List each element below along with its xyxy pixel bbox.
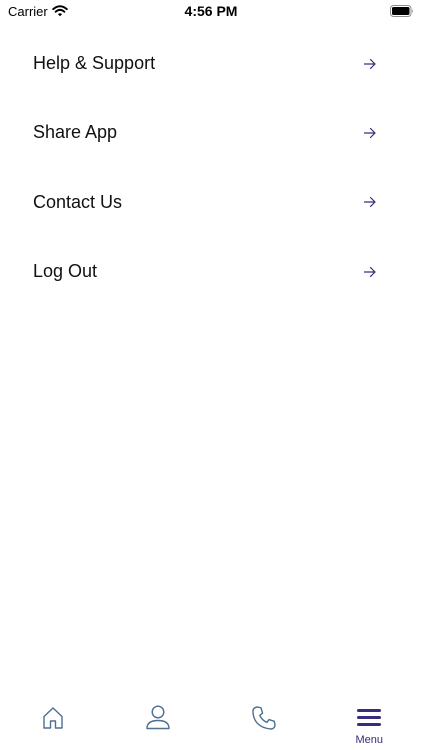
menu-item-label: Contact Us: [33, 191, 123, 212]
battery-icon: [390, 5, 413, 17]
app-screen: Carrier 4:56 PM Help & Support Share App: [0, 0, 422, 750]
tab-profile[interactable]: [106, 698, 212, 750]
menu-item-log-out[interactable]: Log Out: [0, 237, 422, 306]
menu-item-contact-us[interactable]: Contact Us: [0, 168, 422, 237]
home-icon: [43, 707, 63, 729]
menu-item-help-support[interactable]: Help & Support: [0, 29, 422, 98]
menu-icon: [357, 709, 382, 726]
tab-label: Menu: [355, 734, 384, 746]
menu-item-share-app[interactable]: Share App: [0, 98, 422, 167]
menu-list: Help & Support Share App Contact Us Log …: [0, 29, 422, 306]
tab-menu[interactable]: Menu: [317, 698, 422, 750]
arrow-right-icon: [363, 127, 376, 139]
menu-item-label: Help & Support: [33, 53, 156, 74]
tab-bar: Menu: [0, 698, 422, 750]
status-time: 4:56 PM: [184, 3, 238, 19]
tab-phone[interactable]: [211, 698, 317, 750]
phone-icon: [252, 706, 276, 730]
arrow-right-icon: [363, 58, 376, 69]
arrow-right-icon: [363, 197, 376, 208]
arrow-right-icon: [363, 266, 376, 277]
menu-item-label: Log Out: [33, 261, 98, 282]
menu-item-label: Share App: [33, 122, 118, 143]
tab-home[interactable]: [0, 698, 106, 750]
status-bar: Carrier 4:56 PM: [0, 0, 422, 24]
profile-icon: [146, 705, 170, 730]
